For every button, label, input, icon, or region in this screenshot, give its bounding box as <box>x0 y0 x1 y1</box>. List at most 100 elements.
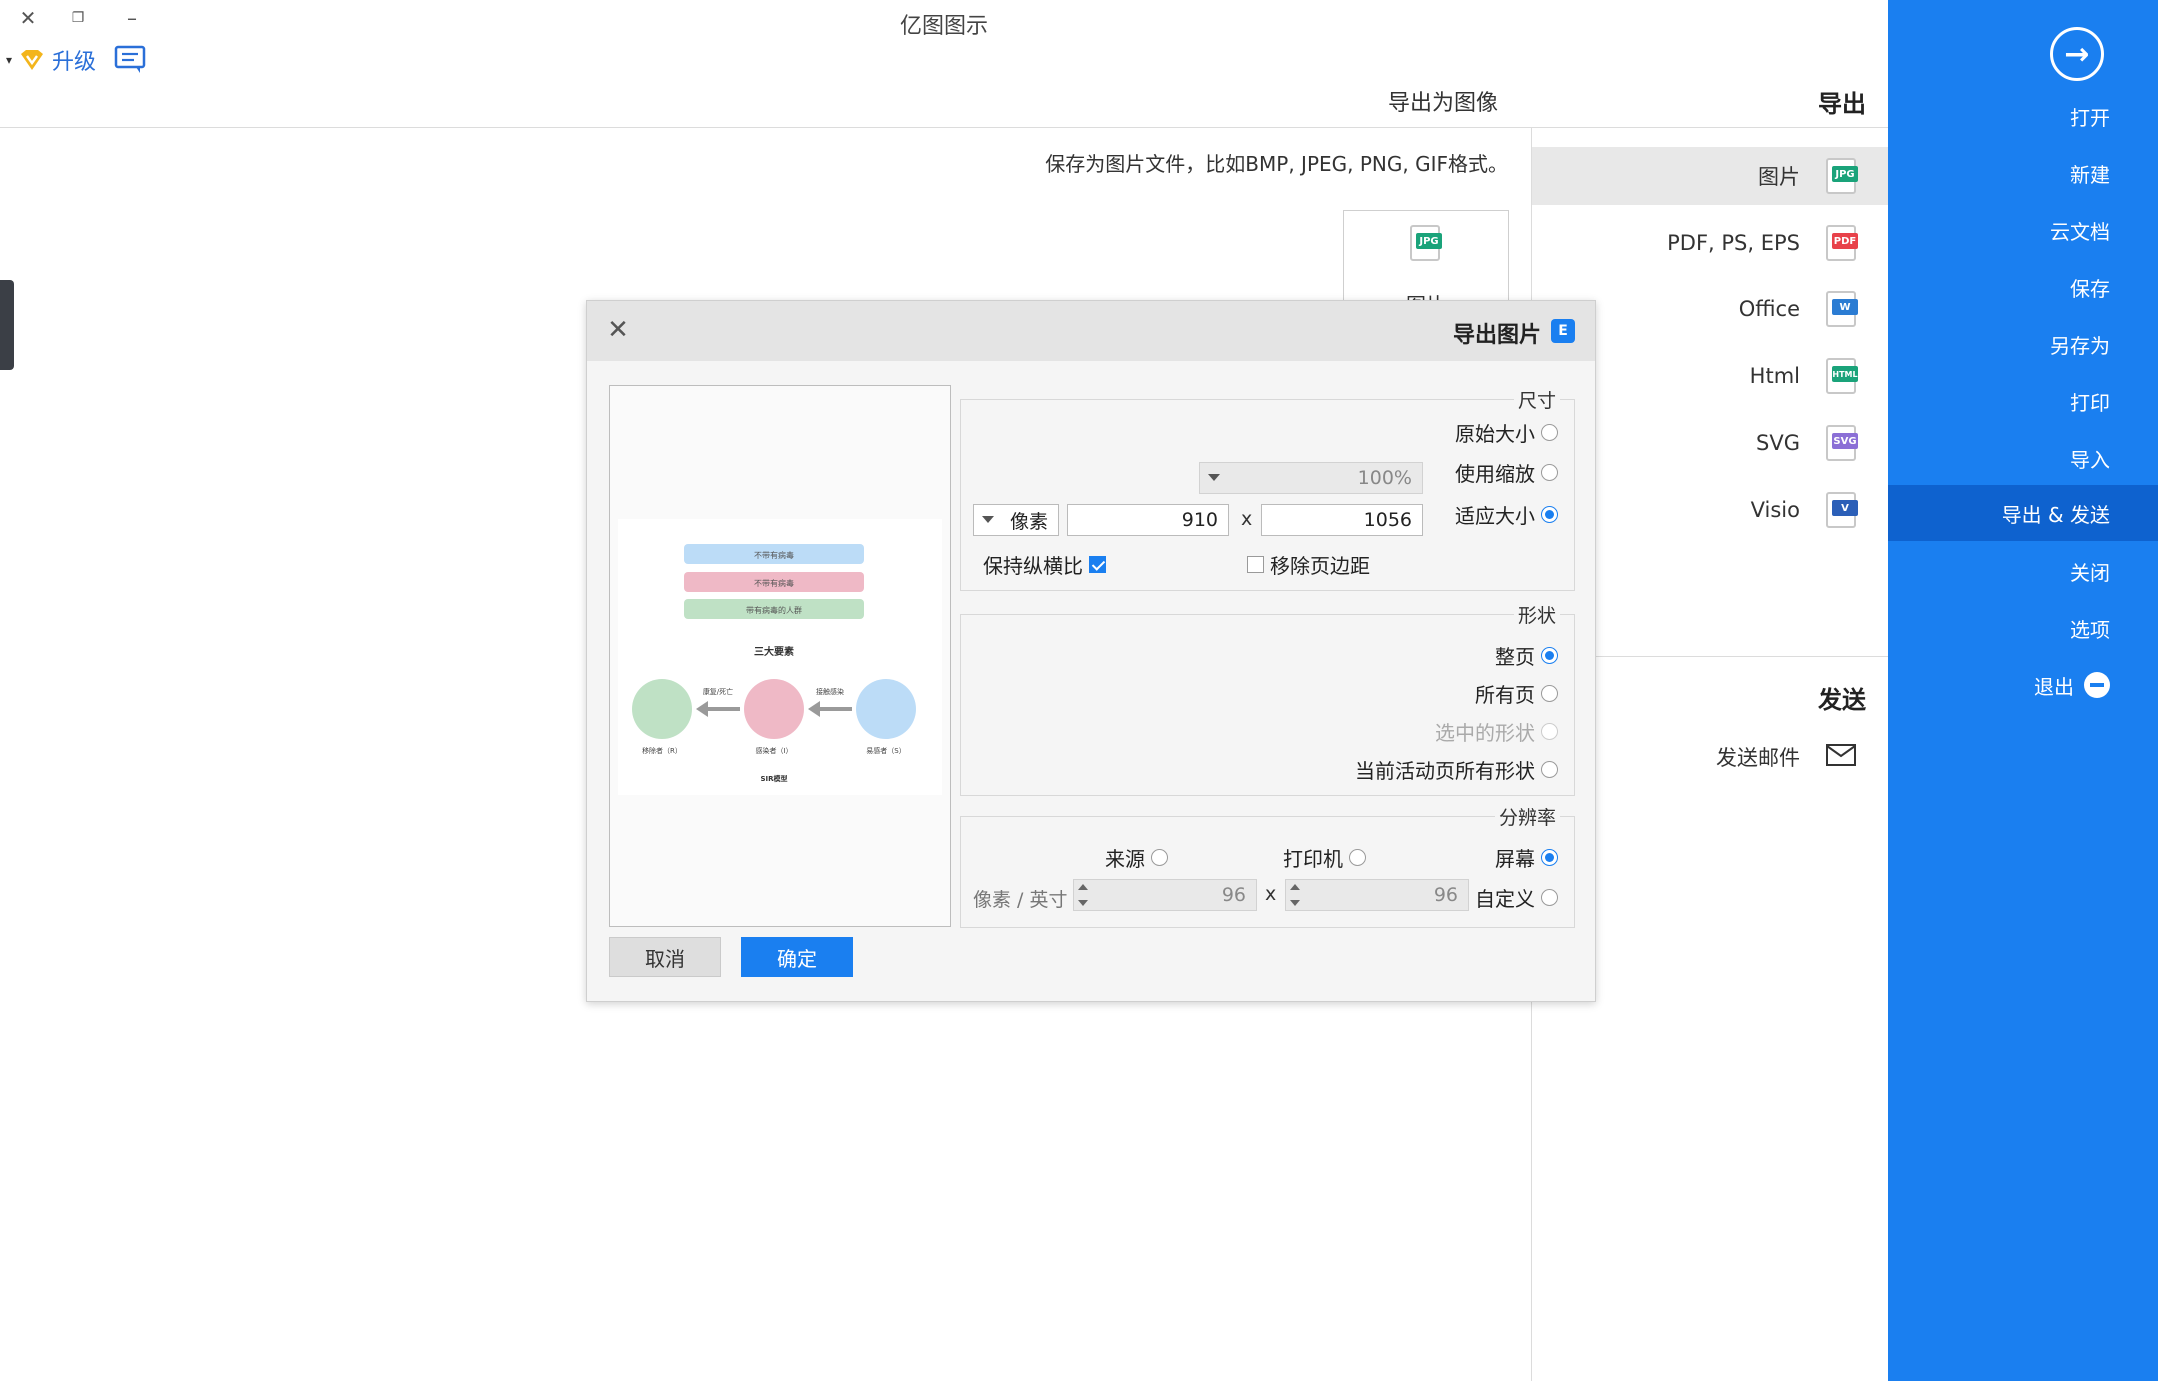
sidebar-item-exit[interactable]: 退出 <box>1862 657 2132 713</box>
radio-button[interactable] <box>1349 849 1366 866</box>
visio-file-icon: V <box>1824 490 1858 530</box>
radio-current-page-shapes[interactable]: 当前活动页所有形状 <box>1355 755 1558 784</box>
radio-label: 整页 <box>1495 645 1535 669</box>
top-toolbar: ▾ 升级 <box>6 42 148 78</box>
radio-label: 打印机 <box>1283 847 1343 871</box>
diagram-circle <box>632 679 692 739</box>
spinner-icon[interactable] <box>1290 882 1300 908</box>
radio-button[interactable] <box>1541 761 1558 778</box>
radio-whole-page[interactable]: 整页 <box>1495 641 1558 670</box>
radio-label: 屏幕 <box>1495 847 1535 871</box>
radio-custom[interactable]: 自定义 <box>1475 883 1558 912</box>
group-label: 形状 <box>1513 601 1560 628</box>
export-description: 保存为图片文件，比如BMP, JPEG, PNG, GIF格式。 <box>1045 152 1508 176</box>
ok-button[interactable]: 确定 <box>741 937 853 977</box>
checkbox[interactable] <box>1089 556 1106 573</box>
diagram-title: 三大要素 <box>754 645 794 658</box>
dpi-y-input[interactable]: 96 <box>1073 879 1257 911</box>
radio-fit-size[interactable]: 适应大小 <box>1455 500 1558 529</box>
radio-button[interactable] <box>1541 685 1558 702</box>
export-item-pdf[interactable]: PDF, PS, EPS PDF <box>1532 214 1888 272</box>
radio-printer[interactable]: 打印机 <box>1283 843 1366 872</box>
feedback-icon[interactable] <box>112 44 148 76</box>
circle-label: 易感者（S） <box>866 746 905 755</box>
diagram-arrow <box>696 701 740 717</box>
sidebar-item-print[interactable]: 打印 <box>1862 373 2132 429</box>
radio-button[interactable] <box>1541 647 1558 664</box>
radio-button <box>1541 723 1558 740</box>
sidebar-item-save[interactable]: 保存 <box>1862 259 2132 315</box>
sidebar-item-save-as[interactable]: 另存为 <box>1862 316 2132 372</box>
radio-label: 来源 <box>1105 847 1145 871</box>
resolution-group: 分辨率 屏幕 打印机 来源 自定义 96 x 96 像素 / 英寸 <box>960 803 1575 928</box>
radio-source[interactable]: 来源 <box>1105 843 1168 872</box>
sidebar-item-export-send[interactable]: 导出 & 发送 <box>1888 485 2158 541</box>
sidebar-item-label: 退出 <box>2034 674 2074 699</box>
export-item-label: PDF, PS, EPS <box>1667 231 1800 255</box>
group-label: 分辨率 <box>1494 803 1560 830</box>
radio-button[interactable] <box>1541 506 1558 523</box>
close-icon[interactable]: ✕ <box>603 315 633 345</box>
export-item-label: Office <box>1738 297 1800 321</box>
chevron-down-icon[interactable] <box>1208 474 1220 481</box>
checkbox[interactable] <box>1247 556 1264 573</box>
radio-use-scale[interactable]: 使用缩放 <box>1455 458 1558 487</box>
width-input[interactable]: 1056 <box>1261 504 1423 536</box>
backstage-sidebar: → 打开 新建 云文档 保存 另存为 打印 导入 导出 & 发送 关闭 选项 退… <box>1888 0 2158 1381</box>
app-title: 亿图图示 <box>899 14 988 39</box>
sidebar-item-new[interactable]: 新建 <box>1862 145 2132 201</box>
height-input[interactable]: 910 <box>1067 504 1229 536</box>
radio-button[interactable] <box>1151 849 1168 866</box>
radio-button[interactable] <box>1541 889 1558 906</box>
unit-select[interactable]: 像素 <box>973 504 1059 536</box>
divider <box>0 127 1888 128</box>
export-item-image[interactable]: 图片 JPG <box>1532 147 1888 205</box>
radio-label: 选中的形状 <box>1435 721 1535 745</box>
chevron-down-icon[interactable]: ▾ <box>6 53 12 67</box>
radio-button[interactable] <box>1541 464 1558 481</box>
scale-select[interactable]: 100% <box>1199 462 1423 494</box>
remove-margin-checkbox[interactable]: 移除页边距 <box>1247 550 1370 579</box>
radio-button[interactable] <box>1541 849 1558 866</box>
export-item-label: Html <box>1749 364 1800 388</box>
jpg-file-icon: JPG <box>1408 223 1442 263</box>
radio-original-size[interactable]: 原始大小 <box>1455 418 1558 447</box>
bar-label: 不带有病毒 <box>754 578 794 588</box>
send-section-title: 发送 <box>1818 686 1866 714</box>
export-image-dialog: ✕ 导出图片 E 不带有病毒 不带有病毒 带有病毒的人群 三大要素 接触感染 康… <box>586 300 1596 1002</box>
close-window-button[interactable]: ✕ <box>8 4 48 32</box>
export-section-title: 导出 <box>1818 90 1866 118</box>
back-arrow-icon[interactable]: → <box>2050 27 2104 81</box>
minimize-window-button[interactable]: – <box>112 4 152 32</box>
sidebar-item-import[interactable]: 导入 <box>1862 430 2132 486</box>
keep-ratio-checkbox[interactable]: 保持纵横比 <box>983 550 1106 579</box>
sidebar-item-open[interactable]: 打开 <box>1862 88 2132 144</box>
sidebar-item-options[interactable]: 选项 <box>1862 600 2132 656</box>
radio-label: 原始大小 <box>1455 422 1535 446</box>
spinner-icon[interactable] <box>1078 882 1088 908</box>
diagram-circle <box>744 679 804 739</box>
radio-label: 所有页 <box>1475 683 1535 707</box>
group-label: 尺寸 <box>1513 386 1560 413</box>
exit-icon <box>2084 672 2110 698</box>
jpg-file-icon: JPG <box>1824 156 1858 196</box>
radio-label: 当前活动页所有形状 <box>1355 759 1535 783</box>
dpi-x-input[interactable]: 96 <box>1285 879 1469 911</box>
side-panel-handle[interactable] <box>0 280 14 370</box>
times-label: x <box>1241 508 1253 530</box>
export-item-label: SVG <box>1756 431 1800 455</box>
vip-diamond-icon[interactable] <box>18 48 46 72</box>
sidebar-item-cloud[interactable]: 云文档 <box>1862 202 2132 258</box>
sidebar-item-close[interactable]: 关闭 <box>1862 543 2132 599</box>
html-file-icon: HTML <box>1824 356 1858 396</box>
radio-selected-shapes: 选中的形状 <box>1435 717 1558 746</box>
chevron-down-icon[interactable] <box>982 516 994 523</box>
export-preview: 不带有病毒 不带有病毒 带有病毒的人群 三大要素 接触感染 康复/死亡 易感者（… <box>609 385 951 927</box>
dpi-unit-label: 像素 / 英寸 <box>973 889 1068 911</box>
radio-button[interactable] <box>1541 424 1558 441</box>
cancel-button[interactable]: 取消 <box>609 937 721 977</box>
restore-window-button[interactable]: ❐ <box>58 4 98 32</box>
radio-all-pages[interactable]: 所有页 <box>1475 679 1558 708</box>
radio-screen[interactable]: 屏幕 <box>1495 843 1558 872</box>
upgrade-link[interactable]: 升级 <box>52 44 96 76</box>
